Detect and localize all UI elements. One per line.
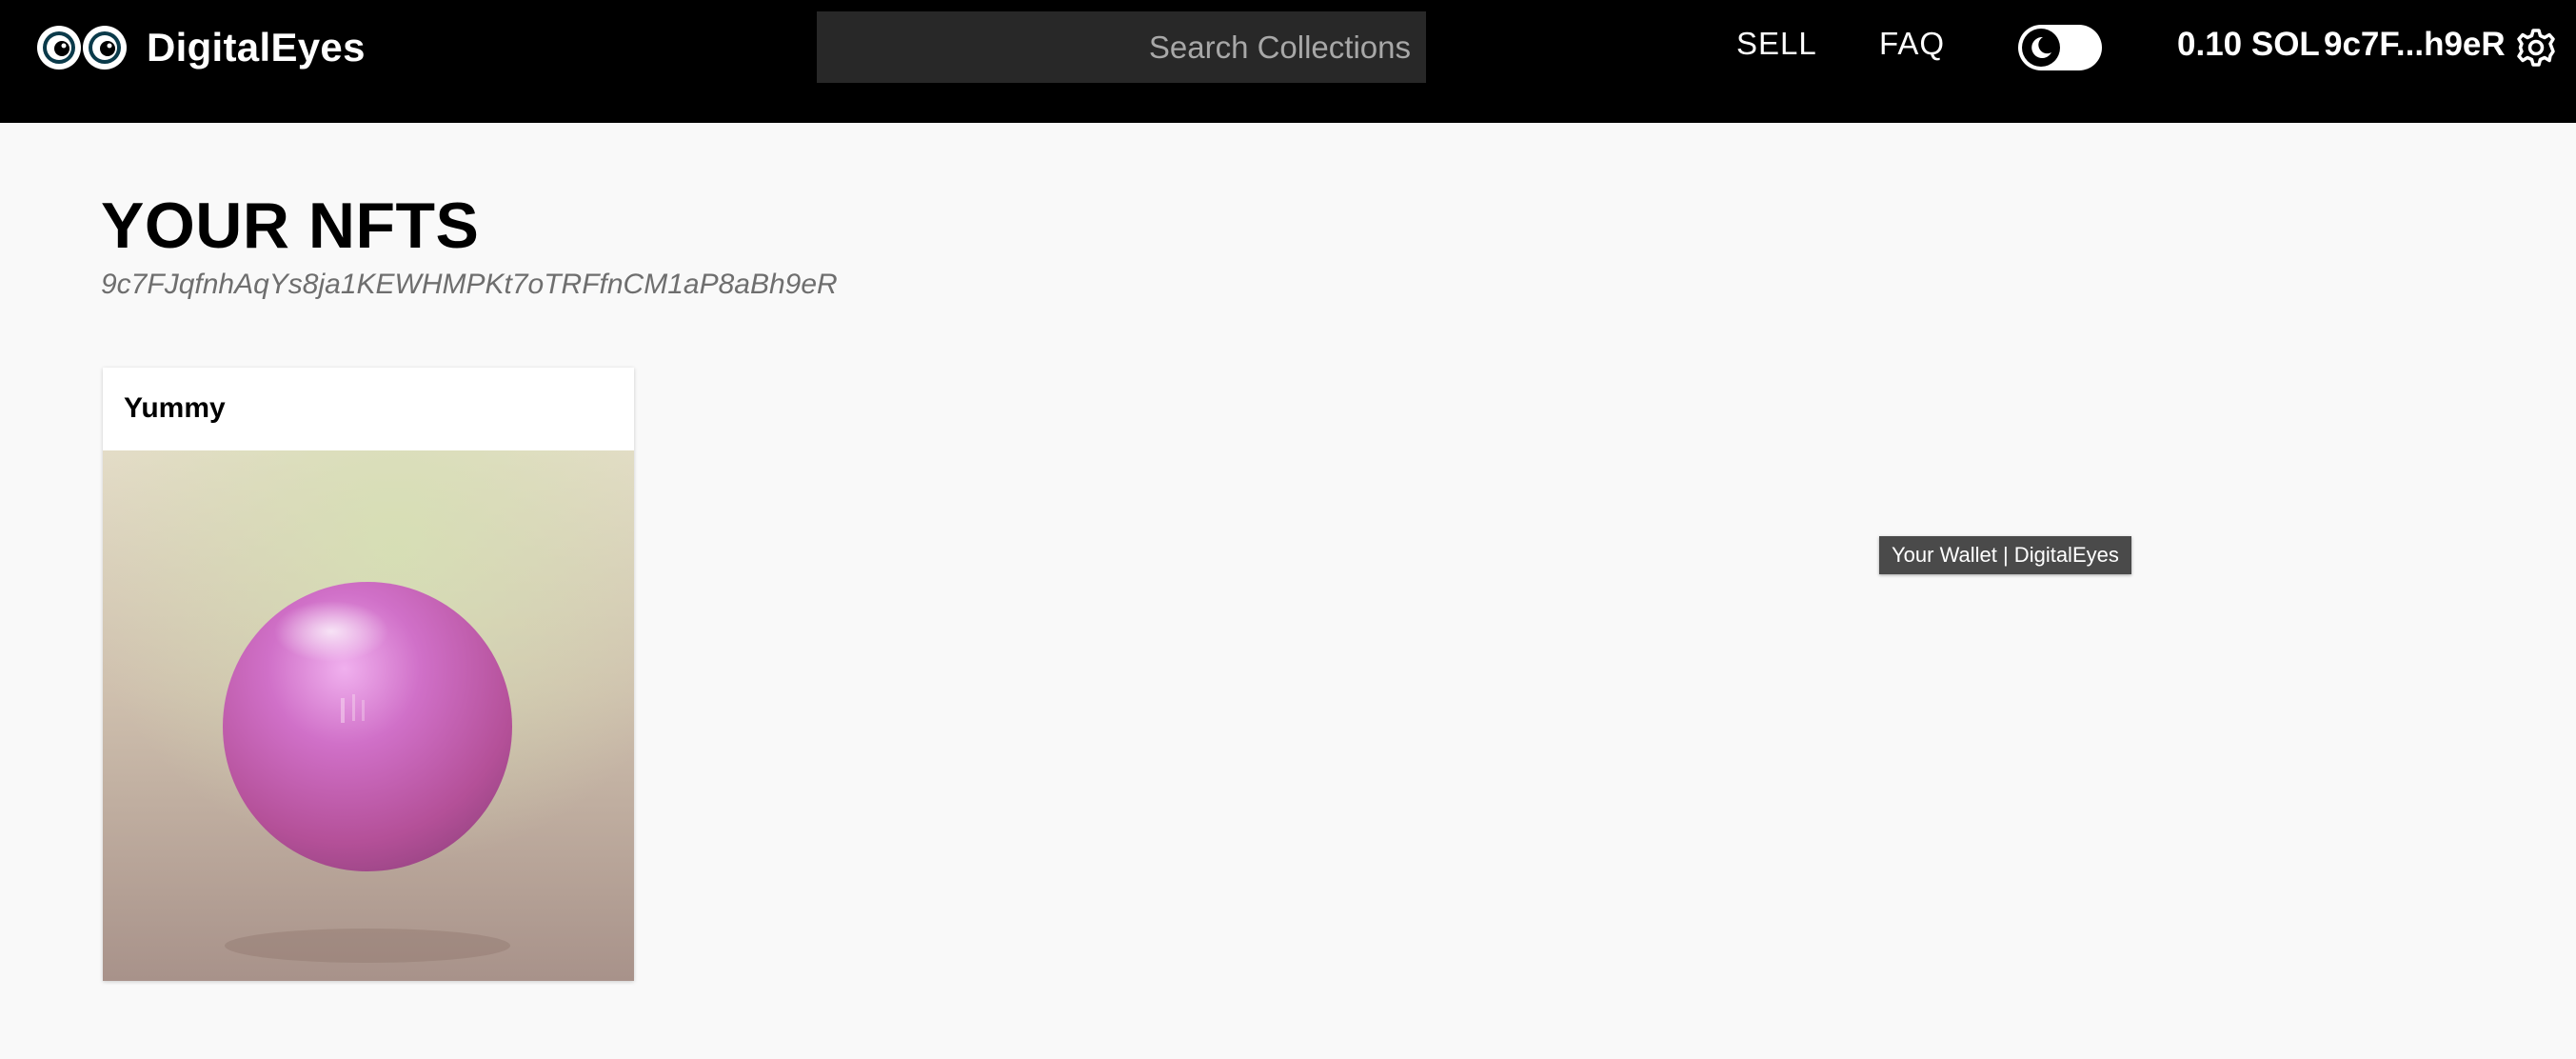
page-tooltip: Your Wallet | DigitalEyes bbox=[1879, 536, 2131, 574]
page-title: YOUR NFTS bbox=[101, 190, 480, 262]
gear-icon[interactable] bbox=[2515, 27, 2557, 69]
search-collections-input[interactable] bbox=[817, 11, 1426, 83]
nft-card[interactable]: Yummy bbox=[103, 368, 634, 981]
theme-toggle[interactable] bbox=[2018, 25, 2102, 70]
wallet-address-button[interactable]: 9c7F...h9eR bbox=[2324, 26, 2506, 64]
nav-sell-link[interactable]: SELL bbox=[1736, 26, 1817, 62]
wallet-full-address: 9c7FJqfnhAqYs8ja1KEWHMPKt7oTRFfnCM1aP8aB… bbox=[101, 269, 838, 300]
nft-name: Yummy bbox=[124, 392, 226, 424]
moon-icon bbox=[2022, 29, 2060, 67]
nft-image bbox=[103, 450, 634, 981]
top-navbar: DigitalEyes SELL FAQ 0.10 SOL 9c7F...h9e… bbox=[0, 0, 2576, 123]
eyes-logo-icon bbox=[36, 23, 128, 72]
nav-faq-link[interactable]: FAQ bbox=[1879, 26, 1945, 62]
brand-name: DigitalEyes bbox=[147, 25, 366, 70]
sol-balance: 0.10 SOL bbox=[2177, 26, 2320, 63]
brand-home-link[interactable]: DigitalEyes bbox=[36, 23, 366, 72]
